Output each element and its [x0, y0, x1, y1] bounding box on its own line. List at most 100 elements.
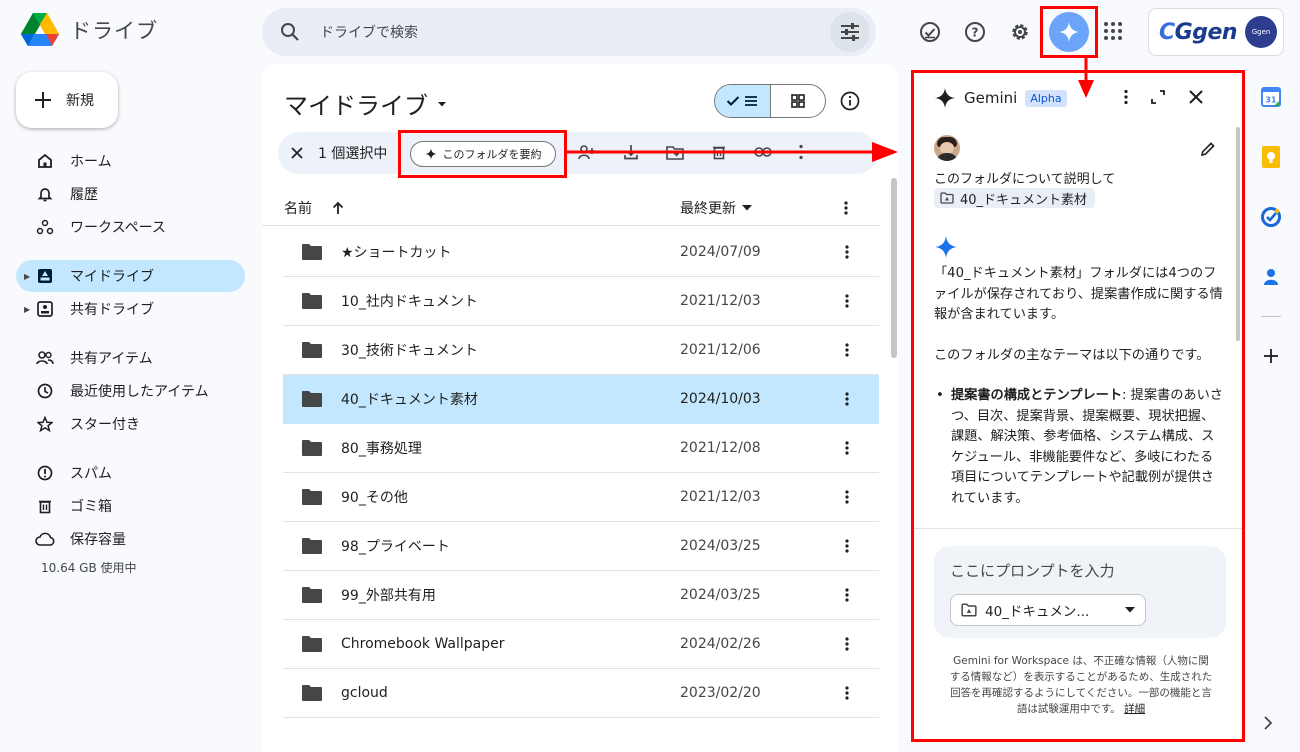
file-modified: 2024/02/26	[680, 636, 761, 652]
apps-grid-icon[interactable]	[1102, 20, 1124, 42]
file-list-scrollbar[interactable]	[891, 178, 897, 358]
gemini-toggle-button[interactable]	[1040, 6, 1098, 58]
search-input[interactable]: ドライブで検索	[320, 22, 830, 42]
file-name: 10_社内ドキュメント	[341, 294, 478, 310]
sidebar-item-shared-drives[interactable]: ▶ 共有ドライブ	[16, 293, 245, 325]
help-icon[interactable]: ?	[959, 16, 991, 48]
file-name: 99_外部共有用	[341, 588, 436, 604]
table-row[interactable]: 99_外部共有用 2024/03/25	[283, 571, 879, 620]
app-name: ドライブ	[70, 19, 158, 43]
row-more-icon[interactable]	[845, 245, 849, 259]
context-folder-chip[interactable]: 40_ドキュメント素材	[934, 188, 1096, 208]
prompt-input[interactable]: ここにプロンプトを入力	[950, 560, 1115, 581]
row-more-icon[interactable]	[845, 490, 849, 504]
table-row[interactable]: 30_技術ドキュメント 2021/12/06	[283, 326, 879, 375]
sidebar-item-activity[interactable]: 履歴	[16, 178, 245, 210]
sidebar-item-shared-with-me[interactable]: 共有アイテム	[16, 342, 245, 374]
table-row[interactable]: 90_その他 2021/12/03	[283, 473, 879, 522]
sidebar-item-home[interactable]: ホーム	[16, 145, 245, 177]
prompt-input-box[interactable]: ここにプロンプトを入力 40_ドキュメン...	[934, 546, 1226, 638]
file-modified: 2021/12/06	[680, 342, 761, 358]
sparkle-icon	[425, 148, 437, 160]
gemini-title: Gemini	[964, 89, 1018, 107]
table-row[interactable]: ★ショートカット 2024/07/09	[283, 228, 879, 277]
response-bullet: 提案書の構成とテンプレート: 提案書のあいさつ、目次、提案背景、提案概要、現状把…	[934, 386, 1224, 509]
account-switcher[interactable]: CGgen Ggen	[1148, 8, 1284, 56]
close-icon[interactable]	[1188, 89, 1204, 105]
contacts-icon[interactable]	[1256, 262, 1286, 292]
link-icon[interactable]	[754, 146, 772, 158]
file-name: gcloud	[341, 685, 388, 701]
page-title[interactable]: マイドライブ	[284, 86, 448, 121]
edit-prompt-icon[interactable]	[1200, 141, 1216, 157]
drive-logo[interactable]: ドライブ	[20, 12, 158, 48]
table-row[interactable]: 10_社内ドキュメント 2021/12/03	[283, 277, 879, 326]
offline-ready-icon[interactable]	[914, 16, 946, 48]
expand-caret-icon[interactable]: ▶	[24, 305, 30, 314]
get-addons-icon[interactable]	[1256, 341, 1286, 371]
more-actions-icon[interactable]	[799, 144, 803, 160]
expand-caret-icon[interactable]: ▶	[24, 272, 30, 281]
share-icon[interactable]	[578, 144, 596, 160]
learn-more-link[interactable]: 詳細	[1124, 703, 1145, 715]
clear-selection-icon[interactable]	[290, 146, 304, 160]
table-row-selected[interactable]: 40_ドキュメント素材 2024/10/03	[283, 375, 879, 424]
new-button[interactable]: 新規	[16, 72, 118, 128]
show-side-panel-chevron-icon[interactable]	[1264, 716, 1272, 730]
move-icon[interactable]	[666, 144, 684, 160]
tasks-icon[interactable]	[1256, 202, 1286, 232]
info-icon[interactable]	[840, 91, 860, 111]
row-more-icon[interactable]	[845, 441, 849, 455]
sidebar-item-label: ワークスペース	[70, 220, 166, 236]
row-more-icon[interactable]	[845, 588, 849, 602]
sidebar-item-workspace[interactable]: ワークスペース	[16, 211, 245, 243]
table-row[interactable]: 98_プライベート 2024/03/25	[283, 522, 879, 571]
expand-icon[interactable]	[1150, 89, 1166, 105]
table-row[interactable]: 80_事務処理 2021/12/08	[283, 424, 879, 473]
table-row[interactable]: Chromebook Wallpaper 2024/02/26	[283, 620, 879, 669]
folder-icon	[301, 243, 323, 261]
sidebar-item-recent[interactable]: 最近使用したアイテム	[16, 375, 245, 407]
delete-icon[interactable]	[711, 144, 727, 160]
sidebar-item-storage[interactable]: 保存容量	[16, 523, 245, 555]
view-toggle[interactable]	[714, 84, 826, 118]
row-more-icon[interactable]	[845, 637, 849, 651]
user-prompt: このフォルダについて説明して	[934, 172, 1116, 187]
folder-context-select[interactable]: 40_ドキュメン...	[950, 594, 1146, 626]
file-name: ★ショートカット	[341, 245, 452, 261]
row-more-icon[interactable]	[845, 539, 849, 553]
row-more-icon[interactable]	[845, 686, 849, 700]
row-more-icon[interactable]	[845, 294, 849, 308]
download-icon[interactable]	[623, 144, 639, 160]
file-list-header: 名前 最終更新	[262, 190, 880, 226]
summarize-folder-button[interactable]: このフォルダを要約	[410, 141, 556, 167]
search-bar[interactable]: ドライブで検索	[262, 8, 876, 56]
search-options-icon[interactable]	[830, 12, 870, 52]
table-row[interactable]: gcloud 2023/02/20	[283, 669, 879, 718]
more-options-icon[interactable]	[1124, 89, 1128, 105]
sort-ascending-icon[interactable]	[332, 201, 344, 215]
sidebar-item-spam[interactable]: スパム	[16, 457, 245, 489]
keep-icon[interactable]	[1256, 142, 1286, 172]
sidebar-item-trash[interactable]: ゴミ箱	[16, 490, 245, 522]
calendar-icon[interactable]: 31	[1256, 82, 1286, 112]
svg-text:31: 31	[1265, 96, 1277, 105]
grid-view-button[interactable]	[771, 85, 826, 117]
folder-icon	[301, 684, 323, 702]
column-options-icon[interactable]	[844, 200, 848, 215]
list-view-button[interactable]	[715, 85, 771, 117]
search-icon[interactable]	[280, 22, 300, 42]
sidebar-item-my-drive[interactable]: ▶ マイドライブ	[16, 260, 245, 292]
sidebar-item-starred[interactable]: スター付き	[16, 408, 245, 440]
row-more-icon[interactable]	[845, 343, 849, 357]
settings-icon[interactable]	[1004, 16, 1036, 48]
column-name[interactable]: 名前	[284, 198, 312, 218]
row-more-icon[interactable]	[845, 392, 849, 406]
column-modified[interactable]: 最終更新	[680, 198, 752, 218]
gemini-response: 「40_ドキュメント素材」フォルダには4つのファイルが保存されており、提案書作成…	[934, 264, 1224, 509]
folder-icon	[301, 390, 323, 408]
avatar[interactable]: Ggen	[1245, 16, 1278, 48]
file-modified: 2021/12/03	[680, 489, 761, 505]
folder-icon	[301, 439, 323, 457]
gemini-scrollbar[interactable]	[1236, 127, 1240, 341]
